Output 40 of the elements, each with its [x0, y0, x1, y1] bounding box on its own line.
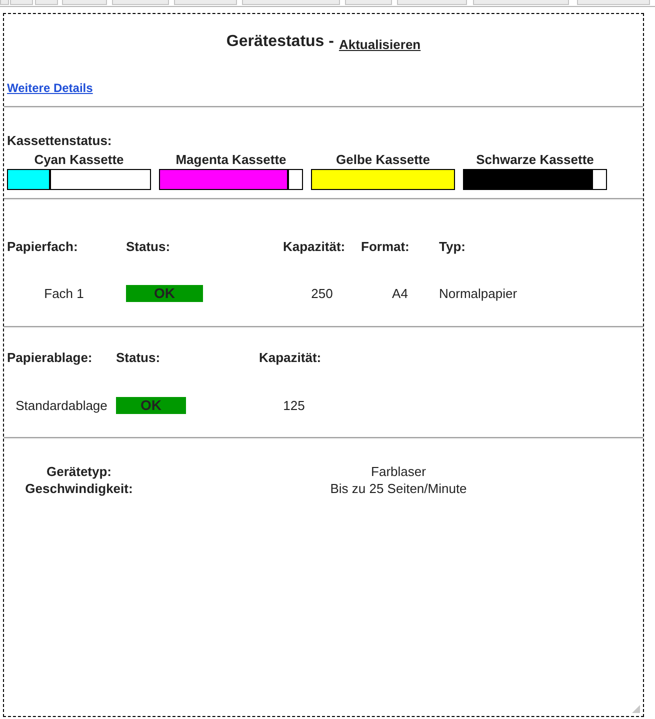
page-title: Gerätestatus - [226, 33, 334, 50]
table-cell: Normalpapier [439, 285, 518, 303]
table-cell: Standardablage [16, 397, 108, 415]
section-heading: Kassettenstatus: [7, 133, 112, 148]
column-header: Status: [126, 239, 170, 255]
cut-off-tab[interactable] [174, 0, 237, 5]
column-header: Status: [116, 350, 160, 366]
status-badge: OK [126, 285, 203, 302]
cut-off-tab[interactable] [112, 0, 169, 5]
info-value: Bis zu 25 Seiten/Minute [330, 480, 467, 497]
column-header: Format: [361, 239, 410, 255]
cut-off-tab[interactable] [577, 0, 650, 5]
status-badge: OK [116, 397, 186, 414]
info-label: Geschwindigkeit: [25, 480, 133, 497]
cartridge-label: Cyan Kassette [34, 152, 124, 168]
cartridge-label: Schwarze Kassette [476, 152, 594, 168]
table-cell: 125 [283, 397, 305, 415]
resize-grip-icon[interactable] [632, 705, 640, 713]
details-link[interactable]: Weitere Details [7, 81, 93, 95]
refresh-link[interactable]: Aktualisieren [338, 37, 421, 52]
cut-off-tab[interactable] [397, 0, 467, 5]
table-cell: A4 [392, 285, 408, 303]
column-header: Kapazität: [283, 239, 346, 255]
cartridge-label: Gelbe Kassette [336, 152, 430, 168]
cut-off-tab[interactable] [242, 0, 340, 5]
table-cell: 250 [311, 285, 333, 303]
cut-off-tab[interactable] [473, 0, 569, 5]
column-header: Papierfach: [7, 239, 78, 255]
cut-off-tab[interactable] [62, 0, 107, 5]
cut-off-tab[interactable] [35, 0, 58, 5]
column-header: Kapazität: [259, 350, 322, 366]
cartridge-label: Magenta Kassette [176, 152, 286, 168]
column-header: Typ: [439, 239, 466, 255]
table-cell: Fach 1 [44, 285, 84, 303]
info-label: Gerätetyp: [46, 463, 112, 480]
cut-off-tab[interactable] [10, 0, 33, 5]
cut-off-tab[interactable] [345, 0, 392, 5]
column-header: Papierablage: [7, 350, 92, 366]
info-value: Farblaser [371, 463, 426, 480]
cut-off-tab[interactable] [0, 0, 9, 5]
